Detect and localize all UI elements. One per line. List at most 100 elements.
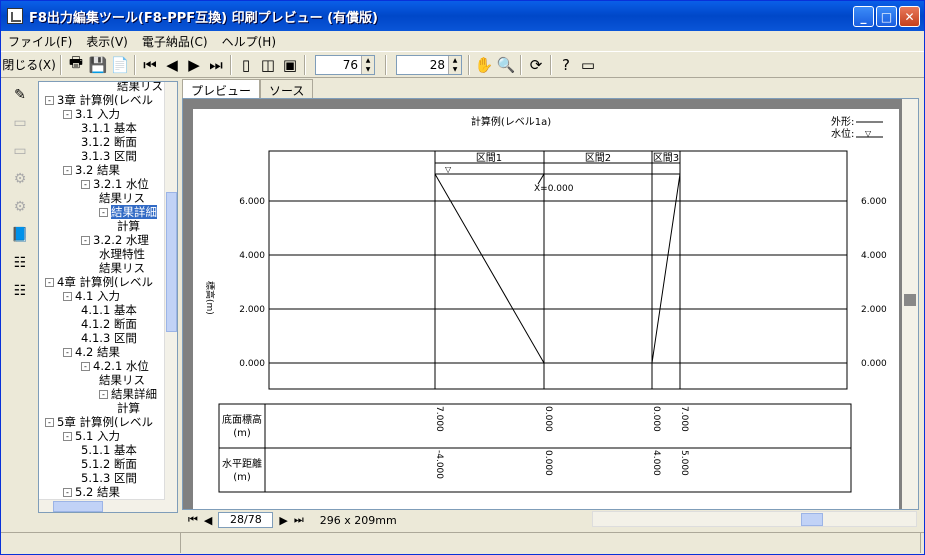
tree-item[interactable]: -4.1 入力 [63, 289, 120, 303]
menu-electronic-delivery[interactable]: 電子納品(C) [135, 33, 215, 50]
tool-icon-4[interactable]: ⚙ [8, 195, 32, 219]
tree-item[interactable]: 4.1.3 区間 [81, 331, 137, 345]
print-icon[interactable]: 🖶 [65, 53, 87, 76]
prev-page-nav-icon[interactable]: ◀ [204, 514, 212, 527]
save-icon[interactable]: 💾 [87, 54, 109, 76]
tree-expander[interactable]: - [63, 432, 72, 441]
single-page-icon[interactable]: ▯ [235, 54, 257, 76]
tree-hscroll-thumb[interactable] [53, 501, 103, 512]
preview-vertical-scrollbar[interactable] [902, 99, 918, 509]
tree-icon-1[interactable]: ☷ [8, 251, 32, 275]
hand-icon[interactable]: ✋ [473, 54, 495, 76]
two-page-icon[interactable]: ◫ [257, 54, 279, 76]
tab-source[interactable]: ソース [260, 79, 314, 99]
tree-item[interactable]: 結果リス [117, 82, 163, 93]
tree-icon-2[interactable]: ☷ [8, 279, 32, 303]
tree-item[interactable]: -5章 計算例(レベル [45, 415, 153, 429]
tree-vertical-scrollbar[interactable] [164, 82, 177, 512]
tree-expander[interactable]: - [81, 362, 90, 371]
tree-item[interactable]: -3.2.1 水位 [81, 177, 149, 191]
zoom-icon[interactable]: 🔍 [495, 54, 517, 76]
last-page-icon[interactable]: ⏭ [205, 54, 227, 76]
export-icon[interactable]: 📄 [109, 54, 131, 76]
preview-scroll-thumb[interactable] [904, 294, 916, 306]
tree-item[interactable]: 5.1.2 断面 [81, 457, 137, 471]
tree-item[interactable]: 結果リス [99, 261, 145, 275]
prev-page-icon[interactable]: ◀ [161, 54, 183, 76]
tree-expander[interactable]: - [63, 166, 72, 175]
tree-item[interactable]: -4章 計算例(レベル [45, 275, 153, 289]
tree-item[interactable]: 計算 [117, 219, 140, 233]
tree-item[interactable]: 3.1.3 区間 [81, 149, 137, 163]
outline-tree[interactable]: -5.2.1 水位-5.2 結果5.1.3 区間5.1.2 断面5.1.1 基本… [38, 81, 178, 513]
tree-item[interactable]: -3章 計算例(レベル [45, 93, 153, 107]
tool-icon-2[interactable]: ▭ [8, 139, 32, 163]
tree-item[interactable]: 結果リス [99, 373, 145, 387]
zoom-spinner-arrows[interactable]: ▲ ▼ [361, 55, 374, 74]
close-preview-button[interactable]: 閉じる(X) [1, 54, 57, 76]
tree-item[interactable]: 結果リス [99, 191, 145, 205]
first-page-nav-icon[interactable]: ⏮ [188, 513, 198, 527]
tree-item[interactable]: -4.2 結果 [63, 345, 120, 359]
left-toolbar: ✎ ▭ ▭ ⚙ ⚙ 📘 ☷ ☷ [5, 81, 35, 501]
next-page-nav-icon[interactable]: ▶ [279, 514, 287, 527]
tree-scroll-thumb[interactable] [166, 192, 177, 332]
preview-hscroll-thumb[interactable] [801, 513, 823, 526]
page-spinner[interactable]: 28 ▲ ▼ [396, 54, 462, 75]
tree-item[interactable]: -5.1 入力 [63, 429, 120, 443]
tree-item[interactable]: -3.2.2 水理 [81, 233, 149, 247]
tool-icon-3[interactable]: ⚙ [8, 167, 32, 191]
tree-expander[interactable]: - [63, 110, 72, 119]
tree-expander[interactable]: - [45, 418, 54, 427]
preview-horizontal-scrollbar[interactable] [592, 511, 917, 527]
status-bar [1, 532, 924, 554]
tree-expander[interactable]: - [63, 488, 72, 497]
legend-water-label: 水位: [831, 127, 854, 140]
tree-expander[interactable]: - [81, 180, 90, 189]
tree-expander[interactable]: - [63, 292, 72, 301]
page-spinner-arrows[interactable]: ▲ ▼ [448, 55, 461, 74]
tree-item[interactable]: 水理特性 [99, 247, 145, 261]
tree-expander[interactable]: - [63, 348, 72, 357]
page-indicator[interactable]: 28/78 [218, 512, 274, 528]
tree-item[interactable]: 5.1.1 基本 [81, 443, 137, 457]
tree-item[interactable]: 計算 [117, 401, 140, 415]
menu-view[interactable]: 表示(V) [79, 33, 135, 50]
tree-item[interactable]: -3.1 入力 [63, 107, 120, 121]
card-icon[interactable]: ▭ [577, 54, 599, 76]
tree-item[interactable]: 4.1.1 基本 [81, 303, 137, 317]
tree-item[interactable]: -5.2 結果 [63, 485, 120, 499]
tree-item[interactable]: -4.2.1 水位 [81, 359, 149, 373]
tree-item[interactable]: - 結果詳細 [99, 387, 157, 401]
book-icon[interactable]: 📘 [8, 223, 32, 247]
tree-item[interactable]: 4.1.2 断面 [81, 317, 137, 331]
pen-icon[interactable]: ✎ [8, 83, 32, 107]
tree-item[interactable]: 5.1.3 区間 [81, 471, 137, 485]
tree-expander[interactable]: - [99, 208, 108, 217]
tree-item[interactable]: 3.1.2 断面 [81, 135, 137, 149]
menu-help[interactable]: ヘルプ(H) [215, 33, 283, 50]
close-button[interactable]: ✕ [899, 6, 920, 27]
tree-item[interactable]: -3.2 結果 [63, 163, 120, 177]
tree-expander[interactable]: - [81, 236, 90, 245]
zoom-spinner[interactable]: 76 ▲ ▼ [315, 54, 375, 75]
menu-file[interactable]: ファイル(F) [1, 33, 79, 50]
tree-item[interactable]: - 結果詳細 [99, 205, 157, 219]
first-page-icon[interactable]: ⏮ [139, 54, 161, 76]
tree-horizontal-scrollbar[interactable] [39, 499, 165, 512]
status-pane-1 [1, 533, 181, 553]
next-page-icon[interactable]: ▶ [183, 54, 205, 76]
tree-item[interactable]: 3.1.1 基本 [81, 121, 137, 135]
tab-preview[interactable]: プレビュー [182, 79, 261, 99]
page-value: 28 [429, 57, 445, 72]
help-icon[interactable]: ? [555, 54, 577, 76]
tree-expander[interactable]: - [45, 96, 54, 105]
tool-icon-1[interactable]: ▭ [8, 111, 32, 135]
minimize-button[interactable]: _ [853, 6, 874, 27]
multi-page-icon[interactable]: ▣ [279, 54, 301, 76]
last-page-nav-icon[interactable]: ⏭ [294, 513, 304, 527]
maximize-button[interactable]: □ [876, 6, 897, 27]
tree-expander[interactable]: - [45, 278, 54, 287]
tree-expander[interactable]: - [99, 390, 108, 399]
refresh-icon[interactable]: ⟳ [525, 54, 547, 76]
